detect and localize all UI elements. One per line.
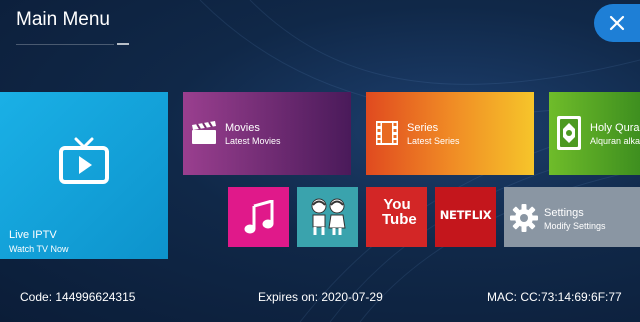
tile-youtube[interactable]: You Tube	[366, 187, 427, 247]
quran-book-icon	[557, 116, 581, 150]
page-title: Main Menu	[16, 9, 110, 30]
youtube-icon: You Tube	[375, 197, 419, 227]
youtube-logo-text: You Tube	[382, 196, 417, 228]
settings-subtitle: Modify Settings	[544, 221, 606, 231]
live-iptv-subtitle: Watch TV Now	[9, 244, 69, 254]
settings-title: Settings	[544, 207, 584, 219]
expiry-date: Expires on: 2020-07-29	[258, 290, 383, 304]
tile-music[interactable]	[228, 187, 289, 247]
live-iptv-title: Live IPTV	[9, 229, 57, 241]
tv-play-icon	[59, 137, 109, 184]
tile-kids[interactable]	[297, 187, 358, 247]
music-note-icon	[244, 200, 274, 234]
series-title: Series	[407, 122, 439, 134]
gear-icon	[510, 204, 538, 232]
title-underline	[16, 44, 114, 45]
tile-netflix[interactable]: NETFLIX	[435, 187, 496, 247]
close-button[interactable]	[594, 4, 640, 42]
quran-title: Holy Quran	[590, 122, 640, 134]
film-strip-icon	[376, 121, 398, 145]
close-icon	[609, 15, 625, 31]
netflix-logo: NETFLIX	[439, 208, 492, 222]
series-subtitle: Latest Series	[407, 136, 460, 146]
tile-settings[interactable]: Settings Modify Settings	[504, 187, 640, 247]
device-code: Code: 144996624315	[20, 290, 136, 304]
title-underline-accent	[117, 43, 129, 45]
movies-title: Movies	[225, 122, 260, 134]
movies-subtitle: Latest Movies	[225, 136, 281, 146]
clapperboard-icon	[192, 121, 216, 144]
kids-icon	[311, 198, 346, 235]
mac-address: MAC: CC:73:14:69:6F:77	[487, 290, 622, 304]
quran-subtitle: Alquran alkarim	[590, 136, 640, 146]
